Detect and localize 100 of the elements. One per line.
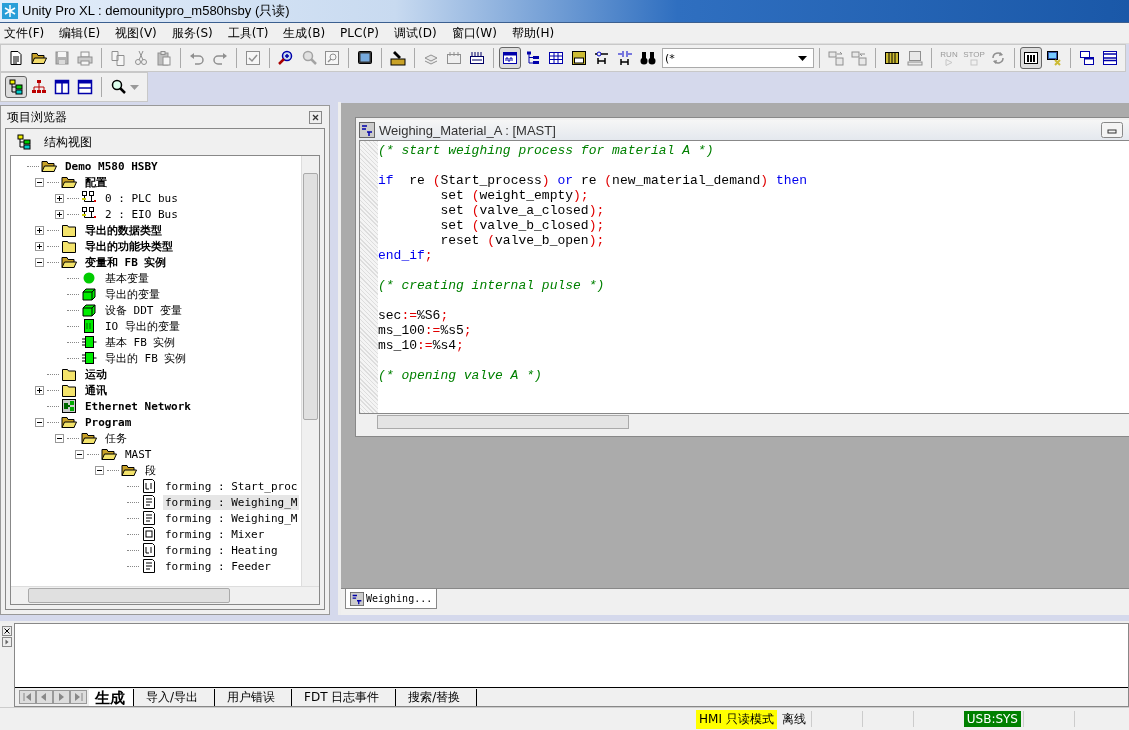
tree-item[interactable]: 基本变量 <box>103 270 151 286</box>
tree-item[interactable]: forming : Feeder <box>163 558 273 574</box>
search-icon <box>301 50 317 66</box>
connector-icon <box>469 50 485 66</box>
code-line: ms_10:=%s4; <box>378 338 465 353</box>
code-line: (* creating internal pulse *) <box>378 277 606 293</box>
tree-item[interactable]: Program <box>83 414 134 430</box>
horizontal-scrollbar[interactable] <box>11 586 319 604</box>
open-folder-icon <box>121 462 137 478</box>
expander-button[interactable] <box>55 433 64 443</box>
tree-item[interactable]: 导出的数据类型 <box>83 222 164 238</box>
text-document-icon <box>141 558 157 574</box>
menu-item[interactable]: 窗口(W) <box>447 24 502 42</box>
expander-button[interactable] <box>95 465 104 475</box>
code-line: reset (valve_b_open); <box>439 233 606 248</box>
expander-button[interactable] <box>55 193 64 203</box>
cascade-windows-icon <box>1079 50 1095 66</box>
menu-item[interactable]: 编辑(E) <box>55 24 106 42</box>
output-tab[interactable]: 生成 <box>89 688 134 706</box>
open-folder-icon <box>41 158 57 174</box>
structure-tree-icon <box>16 134 32 150</box>
tree-item[interactable]: forming : Start_proc <box>163 478 300 494</box>
tree-item[interactable]: 通讯 <box>83 382 109 398</box>
expander-button[interactable] <box>35 257 44 267</box>
rack-icon <box>884 50 900 66</box>
tab-navigation-icon[interactable] <box>19 690 89 704</box>
tree-item[interactable]: forming : Weighing_M <box>163 494 300 510</box>
code-line: set (valve_a_closed); <box>439 203 606 218</box>
folder-icon <box>31 50 47 66</box>
minimize-button[interactable] <box>1101 122 1123 138</box>
columns-icon <box>54 79 70 95</box>
toolbar-button[interactable] <box>1020 47 1042 69</box>
code-line: set (weight_empty); <box>439 188 590 203</box>
tree-item[interactable]: MAST <box>123 446 154 462</box>
menu-item[interactable]: 工具(T) <box>223 24 274 42</box>
drawer-icon <box>571 50 587 66</box>
tree-item[interactable]: 导出的 FB 实例 <box>103 350 189 366</box>
search-combo-box[interactable]: (* <box>662 48 814 68</box>
menu-item[interactable]: 帮助(H) <box>507 24 560 42</box>
network-icon <box>61 398 77 414</box>
play-icon <box>944 58 954 66</box>
function-block-icon <box>81 334 97 350</box>
tree-item[interactable]: Demo M580 HSBY <box>63 158 160 174</box>
find-icon <box>324 50 340 66</box>
menu-item[interactable]: 调试(D) <box>390 24 442 42</box>
redo-icon <box>212 50 228 66</box>
block-document-icon <box>141 526 157 542</box>
toolbar-button[interactable] <box>5 76 27 98</box>
clipboard-icon <box>156 50 172 66</box>
menu-item[interactable]: 文件(F) <box>0 24 50 42</box>
cube-icon <box>81 286 97 302</box>
tree-item[interactable]: 2 : EIO Bus <box>103 206 180 222</box>
monitor-icon <box>357 50 373 66</box>
expander-button[interactable] <box>35 385 44 395</box>
scissors-icon <box>133 50 149 66</box>
expander-button[interactable] <box>75 449 84 459</box>
menu-item[interactable]: 视图(V) <box>111 24 162 42</box>
expander-button[interactable] <box>35 177 44 187</box>
tree-item[interactable]: forming : Weighing_M <box>163 510 300 526</box>
tree-item[interactable]: 基本 FB 实例 <box>103 334 178 350</box>
expander-button[interactable] <box>35 417 44 427</box>
menu-item[interactable]: 生成(B) <box>279 24 331 42</box>
open-folder-icon <box>61 174 77 190</box>
tree-item[interactable]: 段 <box>143 462 158 478</box>
text-document-icon <box>141 510 157 526</box>
close-icon[interactable] <box>2 626 12 636</box>
tree-item[interactable]: 任务 <box>103 430 129 446</box>
tree-item[interactable]: 变量和 FB 实例 <box>83 254 169 270</box>
tree-item[interactable]: 设备 DDT 变量 <box>103 302 185 318</box>
folder-icon <box>61 366 77 382</box>
dot-icon <box>81 270 97 286</box>
tree-item[interactable]: 导出的变量 <box>103 286 162 302</box>
function-block-icon <box>81 350 97 366</box>
status-indicator: USB:SYS <box>963 711 1021 727</box>
tree-item[interactable]: Ethernet Network <box>83 398 193 414</box>
open-folder-icon <box>61 414 77 430</box>
tree-item[interactable]: IO 导出的变量 <box>103 318 182 334</box>
tree-item[interactable]: 运动 <box>83 366 109 382</box>
menu-item[interactable]: PLC(P) <box>336 26 384 40</box>
view-tab[interactable]: 结构视图 <box>44 133 92 151</box>
menu-item[interactable]: 服务(S) <box>167 24 218 42</box>
toolbar-button[interactable] <box>499 47 521 69</box>
tree-item[interactable]: 配置 <box>83 174 109 190</box>
tree-item[interactable]: forming : Mixer <box>163 526 267 542</box>
close-icon[interactable] <box>309 110 322 124</box>
window-icon <box>502 50 518 66</box>
editor-tab[interactable]: Weighing... <box>345 589 438 609</box>
expander-button[interactable] <box>35 241 44 251</box>
refresh-icon <box>990 50 1006 66</box>
rows-icon <box>77 79 93 95</box>
code-line: ms_100:=%s5; <box>378 323 473 338</box>
tree-icon <box>525 50 541 66</box>
expander-button[interactable] <box>35 225 44 235</box>
network-computer-icon <box>1046 50 1062 66</box>
tree-item[interactable]: 0 : PLC bus <box>103 190 180 206</box>
transfer-icon <box>828 50 844 66</box>
tree-item[interactable]: forming : Heating <box>163 542 280 558</box>
vertical-scrollbar[interactable] <box>301 156 319 587</box>
tree-item[interactable]: 导出的功能块类型 <box>83 238 175 254</box>
expander-button[interactable] <box>55 209 64 219</box>
